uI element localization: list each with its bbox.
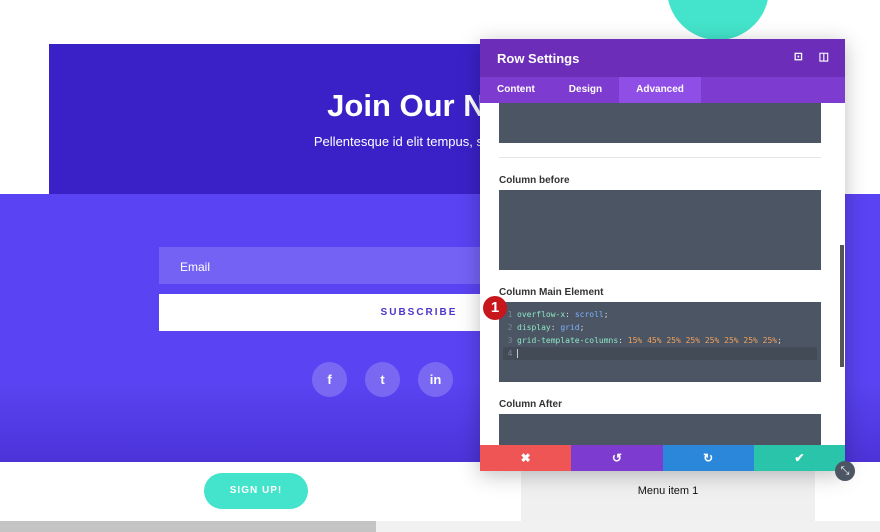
divider bbox=[499, 157, 821, 158]
cancel-button[interactable]: ✖ bbox=[480, 445, 572, 471]
column-after-editor[interactable] bbox=[499, 414, 821, 445]
panel-tabs: Content Design Advanced bbox=[480, 77, 845, 103]
column-main-editor[interactable]: 1 overflow-x: scroll; 2 display: grid; 3 gr… bbox=[499, 302, 821, 382]
column-after-label: Column After bbox=[499, 399, 562, 410]
code-editor[interactable] bbox=[499, 103, 821, 143]
save-button[interactable]: ✔ bbox=[753, 445, 845, 471]
resize-icon[interactable]: ⤡ bbox=[835, 461, 855, 481]
column-before-label: Column before bbox=[499, 175, 570, 186]
row-settings-panel: Row Settings ⊡ ◫ Content Design Advanced… bbox=[480, 39, 845, 471]
redo-button[interactable]: ↻ bbox=[662, 445, 754, 471]
footer-bar bbox=[0, 521, 376, 532]
linkedin-icon[interactable]: in bbox=[418, 362, 453, 397]
decorative-circle bbox=[667, 0, 769, 40]
panel-scrollbar[interactable] bbox=[840, 245, 844, 367]
tab-content[interactable]: Content bbox=[480, 77, 552, 103]
tab-advanced[interactable]: Advanced bbox=[619, 77, 701, 103]
step-badge: 1 bbox=[483, 296, 507, 320]
panel-body: Column before Column Main Element 1 overf… bbox=[480, 103, 845, 445]
tab-design[interactable]: Design bbox=[552, 77, 619, 103]
panel-header: Row Settings ⊡ ◫ bbox=[480, 39, 845, 77]
facebook-icon[interactable]: f bbox=[312, 362, 347, 397]
panel-title: Row Settings bbox=[497, 51, 580, 66]
column-main-label: Column Main Element bbox=[499, 287, 604, 298]
signup-button[interactable]: SIGN UP! bbox=[204, 473, 308, 509]
footer-bar-right bbox=[376, 521, 880, 532]
menu-item[interactable]: Menu item 1 bbox=[521, 471, 815, 521]
panel-footer: ✖ ↺ ↻ ✔ bbox=[480, 445, 845, 471]
twitter-icon[interactable]: t bbox=[365, 362, 400, 397]
column-before-editor[interactable] bbox=[499, 190, 821, 270]
split-view-icon[interactable]: ◫ bbox=[819, 50, 829, 63]
undo-button[interactable]: ↺ bbox=[571, 445, 663, 471]
fullscreen-icon[interactable]: ⊡ bbox=[794, 50, 803, 63]
